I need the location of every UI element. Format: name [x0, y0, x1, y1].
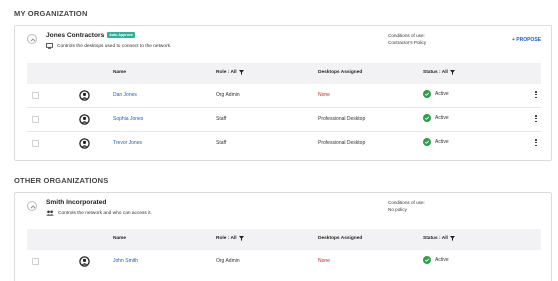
- check-circle-icon: [423, 90, 431, 98]
- status-text: Active: [435, 139, 449, 145]
- auto-approve-badge: Auto Approve: [107, 32, 135, 38]
- conditions-value: No policy: [388, 207, 407, 212]
- member-role: Org Admin: [216, 258, 240, 264]
- row-menu-icon[interactable]: [535, 91, 537, 100]
- members-table: Name Role : All Desktops Assigned Status…: [27, 229, 541, 274]
- status-filter-header[interactable]: Status : All: [423, 236, 455, 241]
- table-row[interactable]: Dan Jones Org Admin None Active: [27, 84, 541, 108]
- desktops-column-header[interactable]: Desktops Assigned: [318, 236, 362, 241]
- desktops-assigned: Professional Desktop: [318, 116, 366, 122]
- users-icon: [46, 210, 54, 216]
- table-row[interactable]: John Smith Org Admin None Active: [27, 250, 541, 274]
- member-name-link[interactable]: Dan Jones: [113, 92, 137, 98]
- row-checkbox[interactable]: [32, 116, 39, 123]
- member-role: Staff: [216, 116, 227, 122]
- desktops-column-header[interactable]: Desktops Assigned: [318, 70, 362, 75]
- desktop-icon: [46, 43, 53, 49]
- collapse-toggle[interactable]: [27, 34, 37, 44]
- status-column-label: Status : All: [423, 70, 448, 75]
- status-badge: Active: [423, 256, 449, 264]
- user-avatar-icon: [79, 256, 90, 267]
- filter-icon: [238, 70, 244, 75]
- conditions-label: Conditions of use:: [388, 33, 425, 38]
- desktops-column-label: Desktops Assigned: [318, 236, 363, 241]
- org-card-smith-incorporated: Smith Incorporated Controls the network …: [14, 192, 552, 281]
- role-column-label: Role : All: [216, 236, 237, 241]
- name-column-header[interactable]: Name: [113, 236, 126, 241]
- table-row[interactable]: Trevor Jones Staff Professional Desktop …: [27, 132, 541, 156]
- check-circle-icon: [423, 138, 431, 146]
- org-name-text: Jones Contractors: [46, 32, 105, 39]
- status-text: Active: [435, 115, 449, 121]
- conditions-label: Conditions of use:: [388, 200, 425, 205]
- conditions-of-use: Conditions of use: Contractor's Policy: [388, 32, 426, 46]
- conditions-value: Contractor's Policy: [388, 40, 427, 45]
- row-menu-icon[interactable]: [535, 139, 537, 148]
- desktops-assigned: None: [318, 92, 330, 98]
- member-name-link[interactable]: John Smith: [113, 258, 138, 264]
- user-avatar-icon: [79, 138, 90, 149]
- chevron-up-icon: [30, 38, 36, 42]
- member-role: Staff: [216, 140, 227, 146]
- table-header: Name Role : All Desktops Assigned Status…: [27, 63, 541, 84]
- filter-icon: [238, 236, 244, 241]
- user-avatar-icon: [79, 90, 90, 101]
- check-circle-icon: [423, 114, 431, 122]
- member-name-link[interactable]: Trevor Jones: [113, 140, 142, 146]
- org-name: Jones Contractors Auto Approve: [46, 32, 135, 39]
- name-column-header[interactable]: Name: [113, 70, 126, 75]
- propose-button[interactable]: + PROPOSE: [512, 37, 541, 43]
- desktops-column-label: Desktops Assigned: [318, 70, 363, 75]
- other-organizations-heading: OTHER ORGANIZATIONS: [14, 176, 109, 185]
- org-card-jones-contractors: Jones Contractors Auto Approve Controls t…: [14, 25, 552, 161]
- user-avatar-icon: [79, 114, 90, 125]
- org-card-header: Jones Contractors Auto Approve Controls t…: [15, 26, 551, 56]
- name-column-label: Name: [113, 70, 127, 75]
- row-menu-icon[interactable]: [535, 115, 537, 124]
- status-filter-header[interactable]: Status : All: [423, 70, 455, 75]
- member-role: Org Admin: [216, 92, 240, 98]
- row-checkbox[interactable]: [32, 92, 39, 99]
- status-text: Active: [435, 257, 449, 263]
- table-header: Name Role : All Desktops Assigned Status…: [27, 229, 541, 250]
- collapse-toggle[interactable]: [27, 201, 37, 211]
- chevron-up-icon: [30, 205, 36, 209]
- table-row[interactable]: Sophia Jones Staff Professional Desktop …: [27, 108, 541, 132]
- org-description-text: Controls the network and who can access …: [58, 210, 152, 216]
- org-description: Controls the desktops used to connect to…: [46, 43, 171, 49]
- role-filter-header[interactable]: Role : All: [216, 70, 244, 75]
- row-checkbox[interactable]: [32, 258, 39, 265]
- check-circle-icon: [423, 256, 431, 264]
- org-name: Smith Incorporated: [46, 199, 107, 206]
- role-column-label: Role : All: [216, 70, 237, 75]
- desktops-assigned: None: [318, 258, 330, 264]
- my-organization-heading: MY ORGANIZATION: [14, 9, 88, 18]
- status-badge: Active: [423, 90, 449, 98]
- org-description: Controls the network and who can access …: [46, 210, 152, 216]
- name-column-label: Name: [113, 236, 127, 241]
- filter-icon: [449, 236, 455, 241]
- org-card-header: Smith Incorporated Controls the network …: [15, 193, 551, 223]
- status-badge: Active: [423, 114, 449, 122]
- org-description-text: Controls the desktops used to connect to…: [57, 43, 172, 49]
- member-name-link[interactable]: Sophia Jones: [113, 116, 143, 122]
- status-text: Active: [435, 91, 449, 97]
- desktops-assigned: Professional Desktop: [318, 140, 366, 146]
- role-filter-header[interactable]: Role : All: [216, 236, 244, 241]
- status-badge: Active: [423, 138, 449, 146]
- filter-icon: [449, 70, 455, 75]
- members-table: Name Role : All Desktops Assigned Status…: [27, 63, 541, 156]
- row-checkbox[interactable]: [32, 140, 39, 147]
- conditions-of-use: Conditions of use: No policy: [388, 199, 425, 213]
- status-column-label: Status : All: [423, 236, 448, 241]
